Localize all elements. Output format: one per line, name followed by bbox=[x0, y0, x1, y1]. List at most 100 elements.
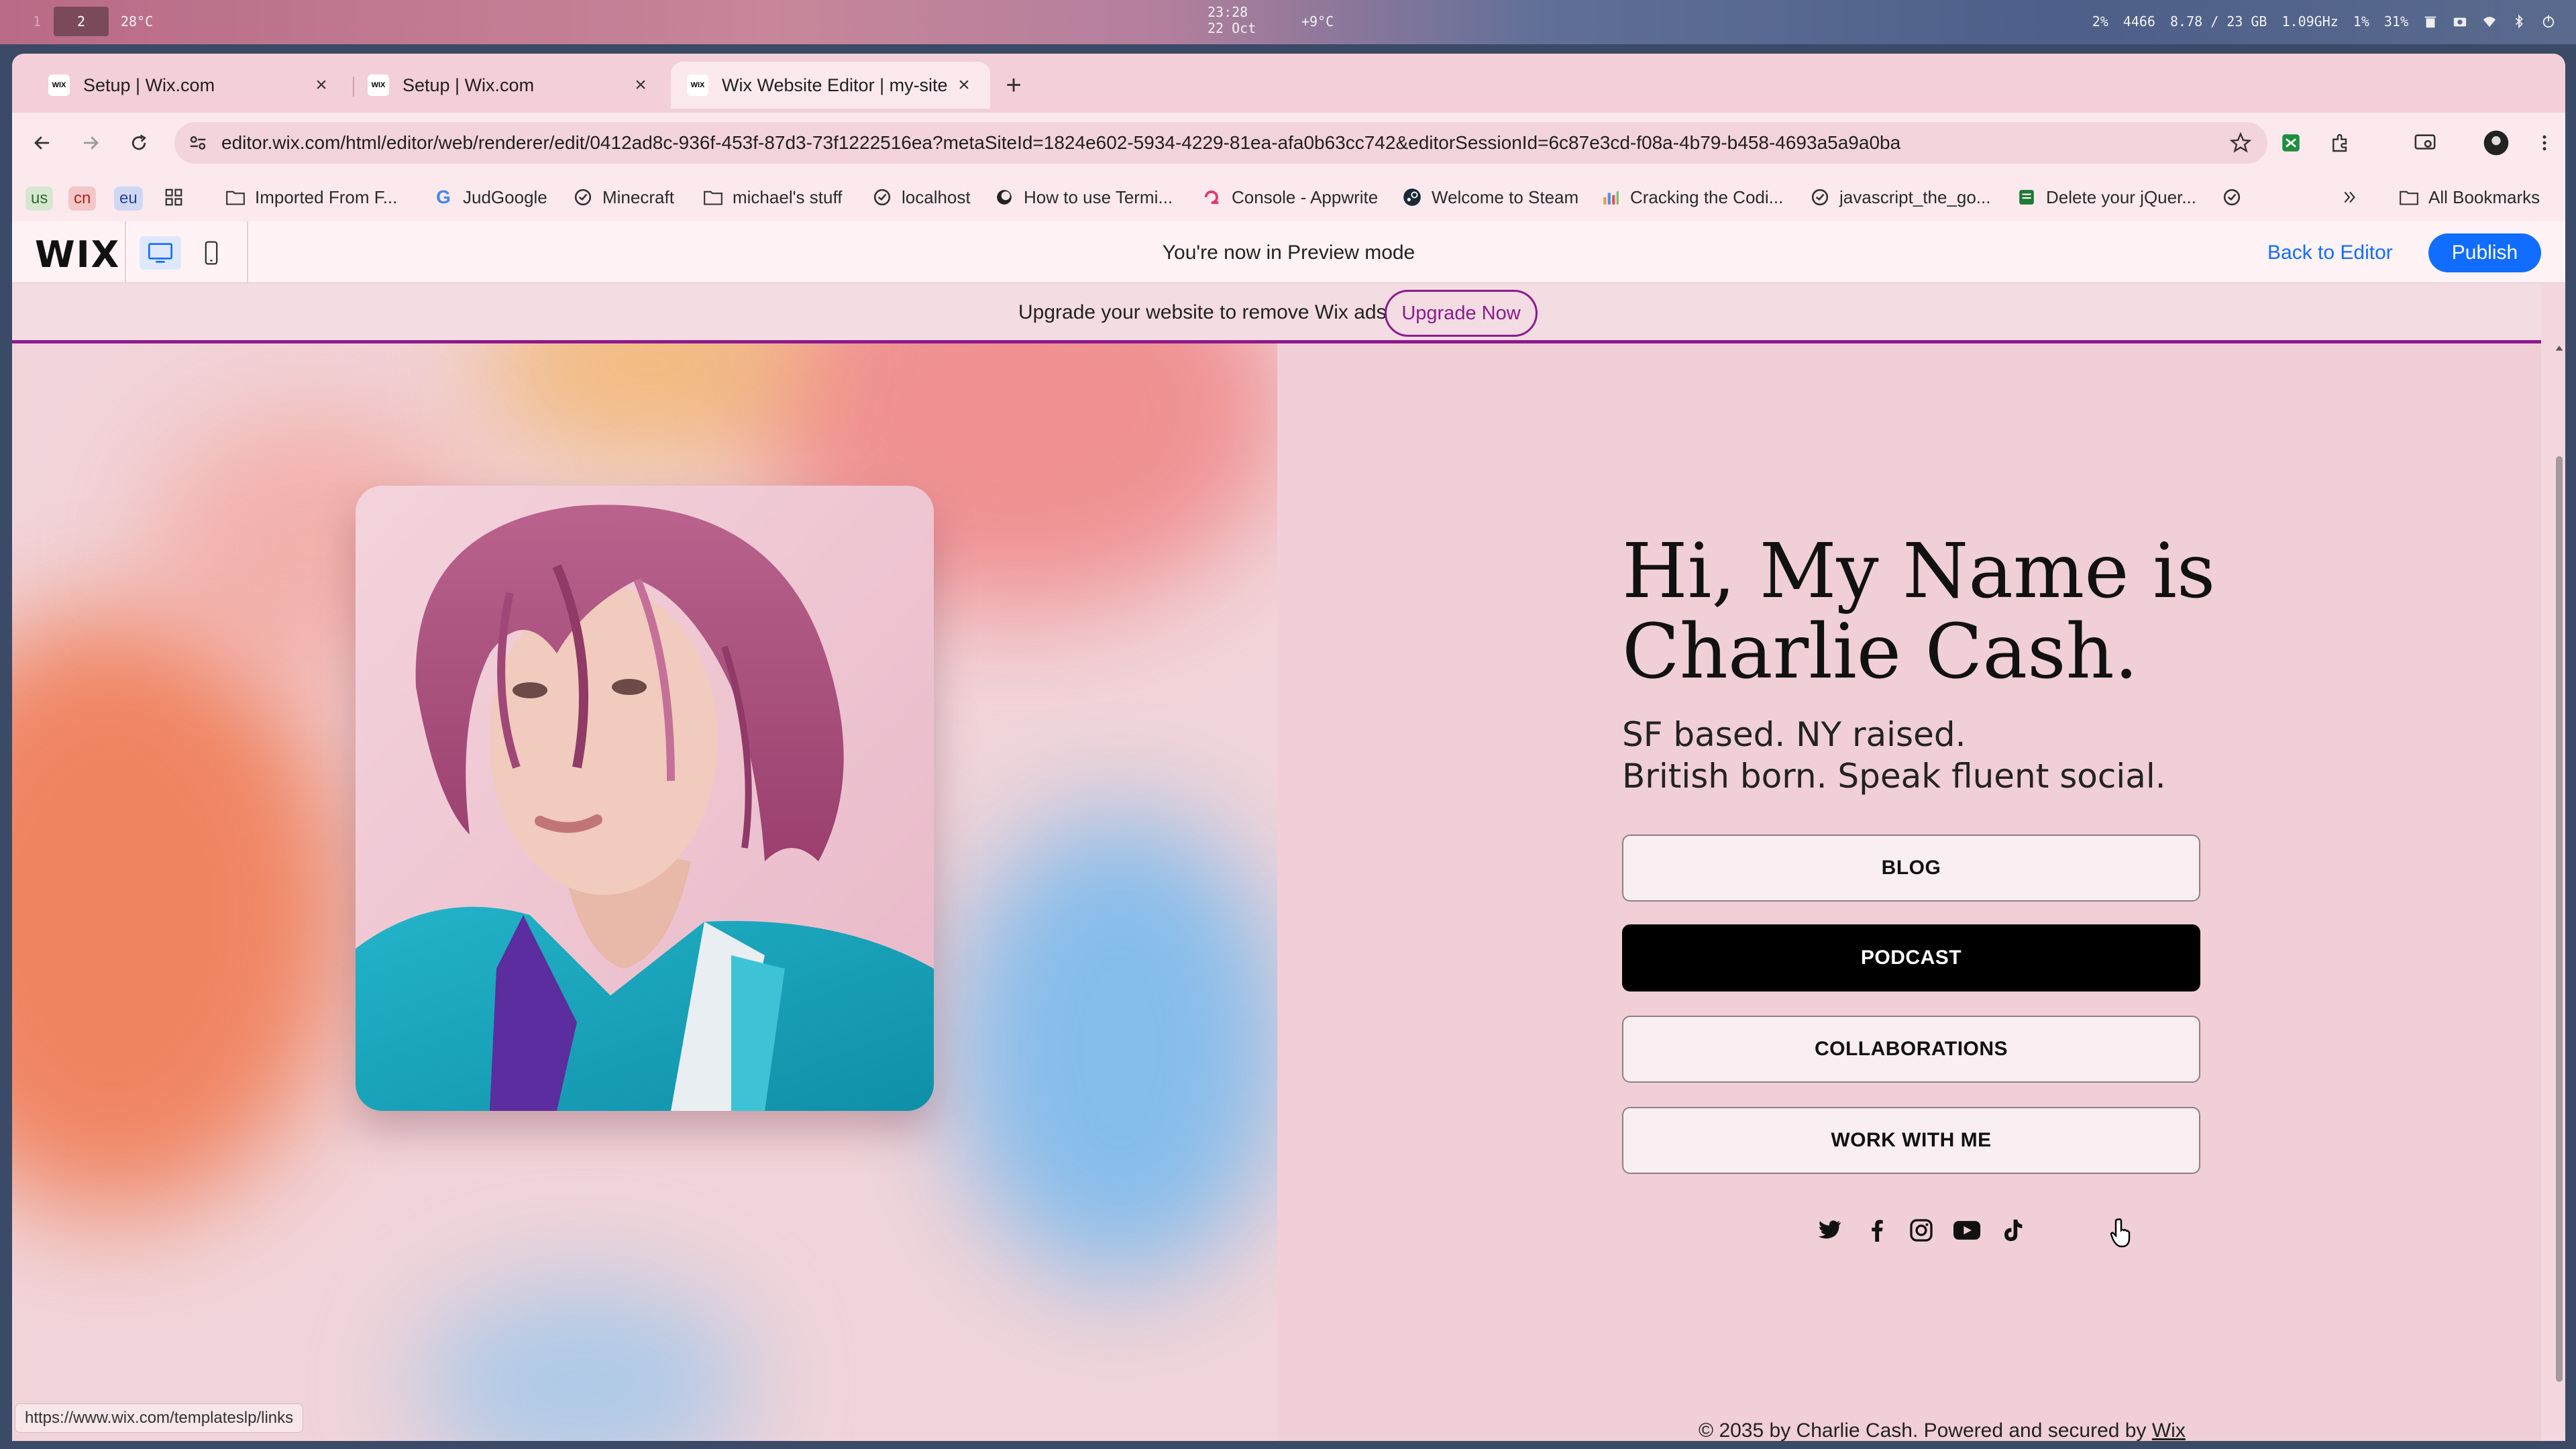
more-bookmarks-chevron-icon[interactable] bbox=[2341, 181, 2359, 213]
google-icon: G bbox=[436, 186, 451, 207]
clock-date: 22 Oct bbox=[1208, 20, 1256, 36]
bookmark-cracking-coding[interactable]: Cracking the Codi... bbox=[1601, 181, 1783, 213]
camera-icon[interactable] bbox=[2453, 14, 2467, 29]
footer-wix-link[interactable]: Wix bbox=[2152, 1419, 2186, 1441]
footer-text: © 2035 by Charlie Cash. Powered and secu… bbox=[1699, 1419, 2147, 1441]
bookmark-label: Imported From F... bbox=[255, 186, 398, 207]
bookmark-localhost[interactable]: localhost bbox=[872, 181, 971, 213]
wifi-icon[interactable] bbox=[2482, 14, 2497, 29]
hero-subtitle: SF based. NY raised. British born. Speak… bbox=[1622, 714, 2166, 797]
close-icon[interactable]: × bbox=[311, 74, 331, 96]
power-icon[interactable] bbox=[2541, 14, 2556, 29]
bookmark-minecraft[interactable]: Minecraft bbox=[573, 181, 674, 213]
globe-icon bbox=[1810, 187, 1830, 207]
bookmark-label: localhost bbox=[902, 186, 971, 207]
apps-grid-icon[interactable] bbox=[164, 181, 184, 213]
bookmark-label: Console - Appwrite bbox=[1232, 186, 1379, 207]
side-panel-search-icon[interactable] bbox=[2410, 127, 2440, 158]
close-icon[interactable]: × bbox=[954, 74, 974, 96]
globe-icon bbox=[2222, 187, 2242, 207]
cpu-temperature: 28°C bbox=[121, 13, 154, 30]
new-tab-button[interactable]: + bbox=[997, 70, 1030, 103]
extension-sheets-icon[interactable] bbox=[2275, 127, 2306, 158]
weather: +9°C bbox=[1301, 13, 1334, 30]
facebook-icon[interactable] bbox=[1864, 1217, 1890, 1244]
scroll-up-icon[interactable] bbox=[2553, 342, 2565, 354]
wix-favicon-icon: WIX bbox=[687, 74, 708, 96]
workspace-2[interactable]: 2 bbox=[54, 7, 109, 36]
appwrite-icon bbox=[1202, 187, 1222, 207]
blog-button[interactable]: BLOG bbox=[1622, 835, 2200, 902]
bookmarks-bar: us cn eu Imported From F... G JudGoogle … bbox=[12, 173, 2565, 221]
orange-blob bbox=[12, 612, 347, 1216]
all-bookmarks[interactable]: All Bookmarks bbox=[2399, 181, 2540, 213]
bookmark-michaels-stuff[interactable]: michael's stuff bbox=[703, 181, 842, 213]
bookmark-label: How to use Termi... bbox=[1024, 186, 1173, 207]
bookmark-imported[interactable]: Imported From F... bbox=[225, 181, 397, 213]
url-text[interactable]: editor.wix.com/html/editor/web/renderer/… bbox=[221, 132, 2214, 154]
site-info-icon[interactable] bbox=[174, 133, 221, 153]
back-arrow-icon[interactable] bbox=[25, 126, 59, 160]
work-with-me-button[interactable]: WORK WITH ME bbox=[1622, 1107, 2200, 1174]
hand-cursor-icon bbox=[2110, 1218, 2131, 1248]
bluetooth-icon[interactable] bbox=[2512, 14, 2526, 29]
bookmark-judgoogle[interactable]: G JudGoogle bbox=[433, 181, 547, 213]
bookmark-steam[interactable]: Welcome to Steam bbox=[1402, 181, 1578, 213]
browser-window: WIX Setup | Wix.com × WIX Setup | Wix.co… bbox=[12, 54, 2565, 1441]
bookmark-terminal-howto[interactable]: How to use Termi... bbox=[994, 181, 1173, 213]
bookmark-star-icon[interactable] bbox=[2214, 132, 2267, 154]
wix-ads-banner: Upgrade your website to remove Wix ads U… bbox=[12, 283, 2541, 343]
scrollbar-thumb[interactable] bbox=[2556, 456, 2563, 1382]
bookmark-label: Delete your jQuer... bbox=[2046, 186, 2196, 207]
twitter-icon[interactable] bbox=[1817, 1217, 1843, 1244]
tab-strip: WIX Setup | Wix.com × WIX Setup | Wix.co… bbox=[12, 54, 2565, 113]
tab-title: Setup | Wix.com bbox=[83, 74, 215, 95]
lang-eu[interactable]: eu bbox=[114, 186, 143, 211]
tab-wix-editor[interactable]: WIX Wix Website Editor | my-site × bbox=[671, 62, 990, 109]
trash-icon[interactable] bbox=[2423, 14, 2438, 29]
instagram-icon[interactable] bbox=[1908, 1217, 1935, 1244]
folder-icon bbox=[703, 187, 723, 207]
collaborations-button[interactable]: COLLABORATIONS bbox=[1622, 1016, 2200, 1083]
podcast-button[interactable]: PODCAST bbox=[1622, 924, 2200, 991]
publish-button[interactable]: Publish bbox=[2428, 233, 2541, 272]
hero-title-line-2: Charlie Cash. bbox=[1622, 608, 2139, 696]
forward-arrow-icon[interactable] bbox=[74, 126, 107, 160]
bookmark-appwrite[interactable]: Console - Appwrite bbox=[1202, 181, 1378, 213]
back-to-editor-link[interactable]: Back to Editor bbox=[2267, 241, 2393, 264]
bookmark-label: michael's stuff bbox=[733, 186, 843, 207]
os-top-bar: 1 2 28°C 23:28 22 Oct +9°C 2% 4466 8.78 … bbox=[0, 0, 2576, 44]
site-footer: © 2035 by Charlie Cash. Powered and secu… bbox=[1699, 1419, 2186, 1441]
bookmark-label: JudGoogle bbox=[463, 186, 547, 207]
bookmark-label: Cracking the Codi... bbox=[1630, 186, 1784, 207]
disk-usage: 4466 bbox=[2123, 13, 2155, 30]
hero-subtitle-line-1: SF based. NY raised. bbox=[1622, 715, 1966, 754]
tab-setup-2[interactable]: WIX Setup | Wix.com × bbox=[352, 62, 667, 109]
bookmark-unnamed[interactable] bbox=[2222, 181, 2251, 213]
bookmark-javascript[interactable]: javascript_the_go... bbox=[1810, 181, 1990, 213]
address-bar[interactable]: editor.wix.com/html/editor/web/renderer/… bbox=[174, 122, 2267, 164]
workspace-1[interactable]: 1 bbox=[27, 7, 47, 36]
bookmark-delete-jquery[interactable]: Delete your jQuer... bbox=[2017, 181, 2196, 213]
tab-title: Setup | Wix.com bbox=[402, 74, 535, 95]
clock-time: 23:28 bbox=[1208, 4, 1248, 20]
page-scrollbar[interactable] bbox=[2553, 342, 2565, 1441]
lang-cn[interactable]: cn bbox=[68, 186, 97, 211]
close-icon[interactable]: × bbox=[631, 74, 651, 96]
cpu-frequency: 1.09GHz bbox=[2282, 13, 2339, 30]
tab-setup-1[interactable]: WIX Setup | Wix.com × bbox=[32, 62, 347, 109]
memory-usage: 8.78 / 23 GB bbox=[2169, 13, 2267, 30]
reload-icon[interactable] bbox=[122, 126, 156, 160]
menu-dots-icon[interactable] bbox=[2529, 127, 2560, 158]
bookmark-label: javascript_the_go... bbox=[1839, 186, 1991, 207]
wix-favicon-icon: WIX bbox=[48, 74, 70, 96]
clock: 23:28 22 Oct bbox=[1208, 4, 1256, 36]
tiktok-icon[interactable] bbox=[1999, 1217, 2026, 1244]
youtube-icon[interactable] bbox=[1953, 1217, 1980, 1244]
extensions-puzzle-icon[interactable] bbox=[2325, 127, 2356, 158]
upgrade-now-button[interactable]: Upgrade Now bbox=[1385, 290, 1538, 337]
browser-toolbar: editor.wix.com/html/editor/web/renderer/… bbox=[12, 113, 2565, 173]
profile-avatar[interactable] bbox=[2481, 127, 2512, 158]
lang-us[interactable]: us bbox=[25, 186, 54, 211]
battery: 31% bbox=[2383, 13, 2408, 30]
